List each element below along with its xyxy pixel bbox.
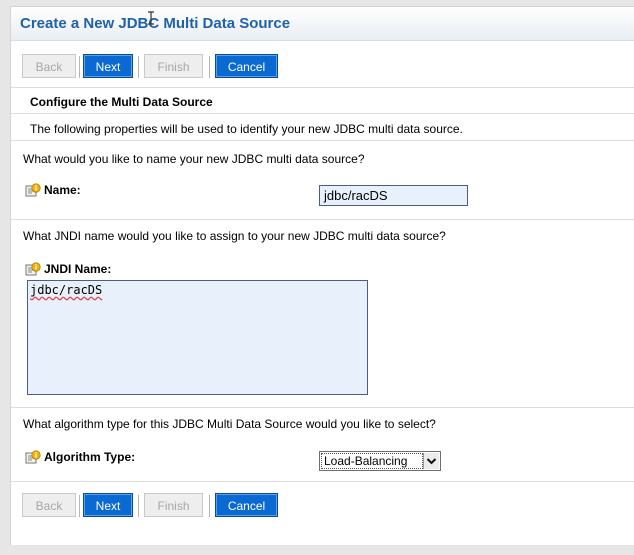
top-button-row: Back Next Finish Cancel — [22, 54, 422, 80]
button-separator — [79, 56, 80, 78]
button-separator — [209, 495, 210, 517]
wizard-panel: Create a New JDBC Multi Data Source Back… — [10, 6, 634, 545]
jndi-textarea[interactable]: jdbc/racDS — [27, 280, 368, 395]
divider — [11, 219, 634, 220]
chevron-down-icon — [426, 458, 437, 465]
page-title: Create a New JDBC Multi Data Source — [20, 15, 291, 32]
divider — [11, 87, 634, 88]
jndi-textarea-value: jdbc/racDS — [30, 283, 103, 297]
section-heading: Configure the Multi Data Source — [30, 95, 213, 109]
divider — [11, 113, 634, 114]
back-button[interactable]: Back — [22, 54, 76, 78]
jndi-label: JNDI Name: — [44, 262, 112, 276]
name-input[interactable]: jdbc/racDS — [319, 185, 468, 206]
button-separator — [209, 56, 210, 78]
cancel-button[interactable]: Cancel — [215, 493, 278, 517]
info-icon — [25, 262, 41, 276]
algorithm-label: Algorithm Type: — [44, 450, 136, 464]
finish-button[interactable]: Finish — [144, 54, 203, 78]
cancel-button[interactable]: Cancel — [215, 54, 278, 78]
finish-button[interactable]: Finish — [144, 493, 203, 517]
button-separator — [138, 56, 139, 78]
button-separator — [138, 495, 139, 517]
info-icon — [25, 183, 41, 197]
text-cursor-icon — [148, 11, 154, 25]
info-icon — [25, 450, 41, 464]
section-description: The following properties will be used to… — [30, 122, 463, 136]
button-separator — [79, 495, 80, 517]
algorithm-select[interactable]: Load-Balancing — [319, 451, 441, 471]
name-question: What would you like to name your new JDB… — [23, 152, 365, 166]
algorithm-question: What algorithm type for this JDBC Multi … — [23, 417, 436, 431]
algorithm-select-value: Load-Balancing — [321, 453, 423, 469]
bottom-button-row: Back Next Finish Cancel — [22, 493, 422, 519]
divider — [11, 407, 634, 408]
divider — [11, 140, 634, 141]
jndi-question: What JNDI name would you like to assign … — [23, 229, 446, 243]
select-arrow[interactable] — [423, 453, 439, 469]
next-button[interactable]: Next — [83, 54, 133, 78]
name-label: Name: — [44, 183, 81, 197]
divider — [11, 481, 634, 482]
next-button[interactable]: Next — [83, 493, 133, 517]
title-bar: Create a New JDBC Multi Data Source — [11, 7, 634, 41]
back-button[interactable]: Back — [22, 493, 76, 517]
